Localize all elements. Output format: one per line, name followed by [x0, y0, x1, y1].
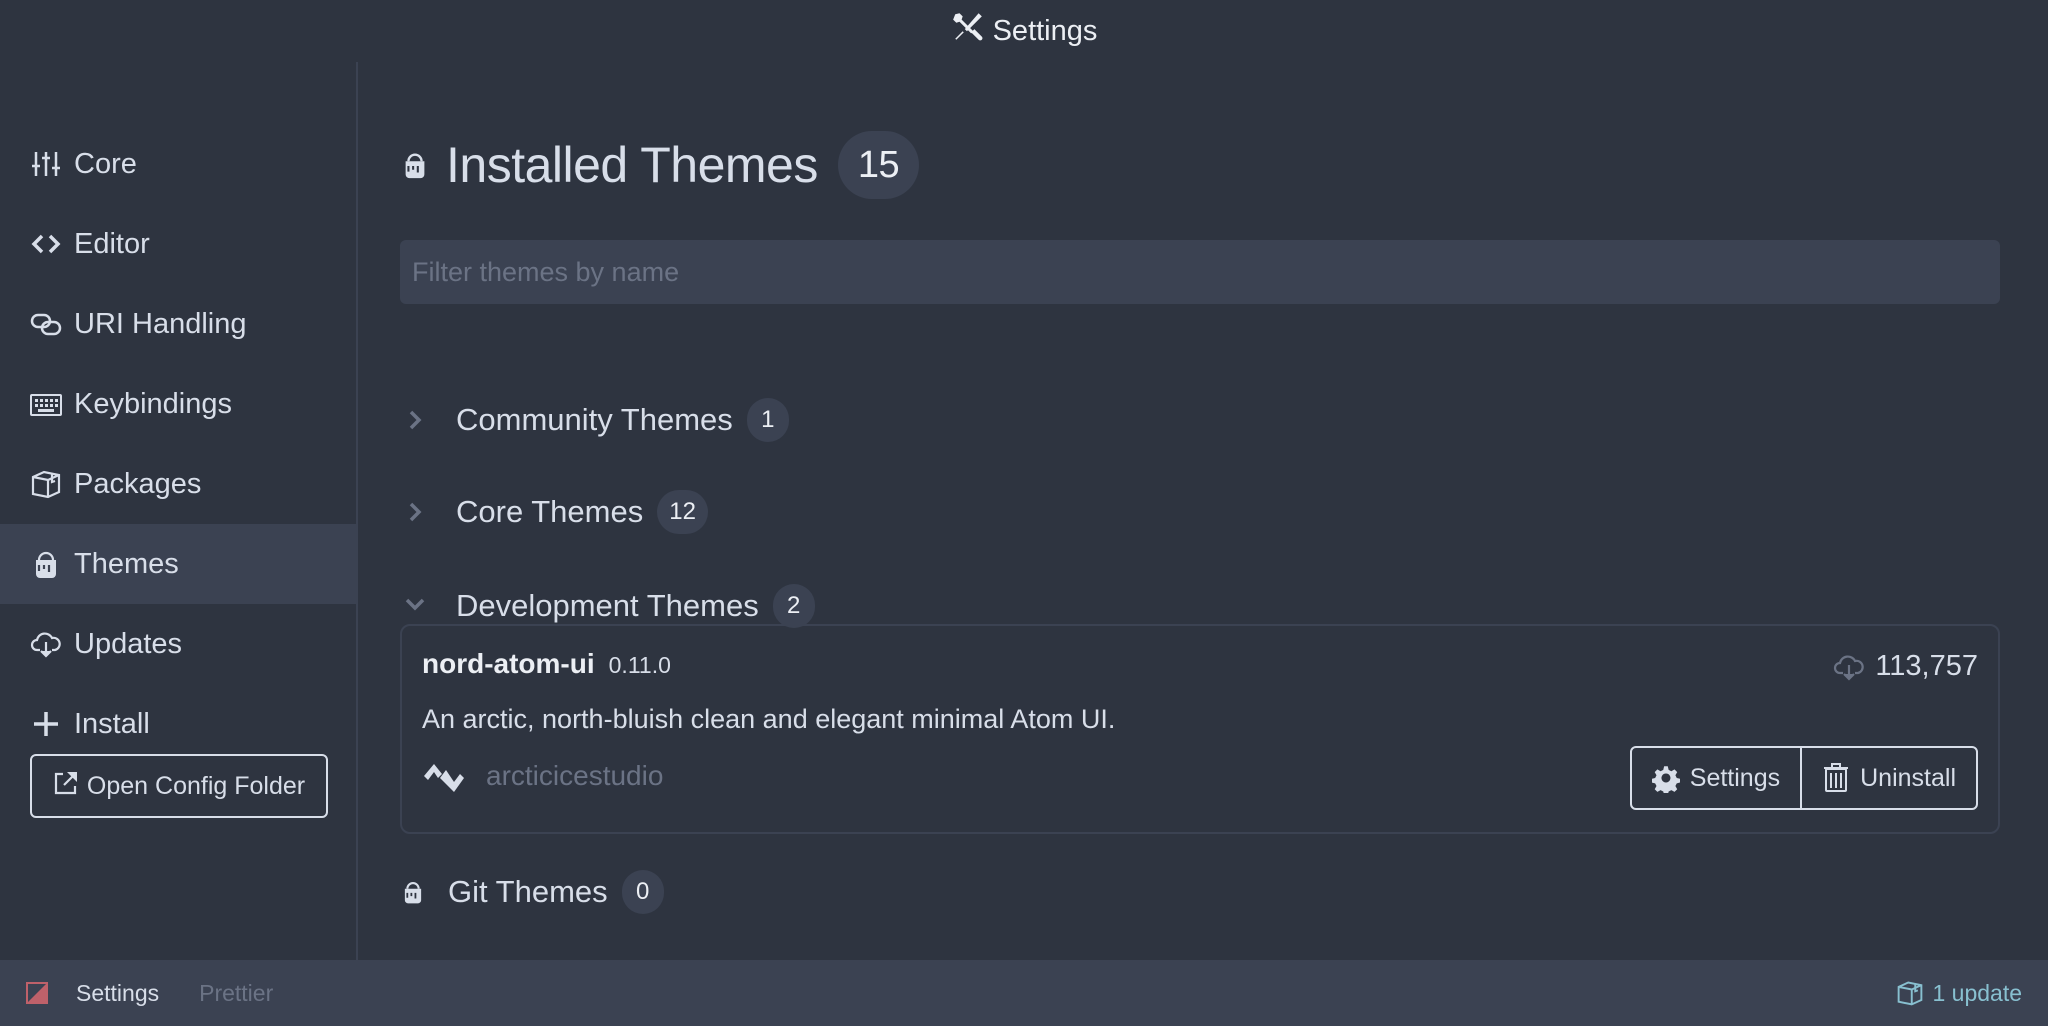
section-title: Installed Themes	[446, 137, 818, 193]
group-label: Development Themes	[456, 588, 759, 623]
paintcan-icon	[404, 882, 422, 904]
trash-icon	[1824, 763, 1849, 792]
sidebar-item-keybindings[interactable]: Keybindings	[0, 364, 358, 444]
code-icon	[30, 228, 62, 260]
sidebar-item-updates[interactable]: Updates	[0, 604, 358, 684]
settings-sidebar: Core Editor URI Handling Keybindings Pac…	[0, 62, 358, 960]
package-uninstall-label: Uninstall	[1860, 763, 1956, 792]
sidebar-item-label: URI Handling	[74, 307, 247, 340]
group-label: Community Themes	[456, 402, 733, 437]
package-icon	[30, 468, 62, 500]
group-git-themes: Git Themes 0	[400, 862, 664, 922]
chevron-right-icon	[400, 405, 430, 435]
sidebar-item-packages[interactable]: Packages	[0, 444, 358, 524]
group-count-badge: 12	[657, 490, 708, 534]
sidebar-item-label: Keybindings	[74, 387, 232, 420]
package-settings-label: Settings	[1689, 763, 1781, 792]
sidebar-item-editor[interactable]: Editor	[0, 204, 358, 284]
package-name[interactable]: nord-atom-ui	[422, 648, 595, 680]
sidebar-item-label: Core	[74, 147, 137, 180]
sidebar-item-uri-handling[interactable]: URI Handling	[0, 284, 358, 364]
author-avatar-icon	[424, 764, 464, 792]
package-version: 0.11.0	[608, 652, 671, 678]
package-settings-button[interactable]: Settings	[1632, 748, 1800, 808]
section-heading: Installed Themes 15	[400, 130, 920, 200]
package-card[interactable]: nord-atom-ui 0.11.0 An arctic, north-blu…	[400, 624, 2000, 834]
group-label: Core Themes	[456, 494, 644, 529]
download-count: 113,757	[1833, 650, 1978, 683]
sliders-icon	[30, 148, 62, 180]
group-core-themes[interactable]: Core Themes 12	[400, 484, 708, 540]
paintcan-icon	[405, 153, 425, 179]
chevron-right-icon	[400, 497, 430, 527]
sidebar-item-label: Packages	[74, 467, 202, 500]
installed-count-badge: 15	[837, 131, 920, 199]
package-author[interactable]: arcticicestudio	[422, 756, 663, 796]
tools-icon	[951, 10, 985, 52]
filter-themes-input[interactable]	[400, 240, 2000, 304]
cloud-download-icon	[1834, 654, 1865, 681]
author-name[interactable]: arcticicestudio	[486, 760, 663, 792]
open-config-folder-button[interactable]: Open Config Folder	[30, 754, 328, 818]
package-actions: Settings Uninstall	[1629, 746, 1978, 810]
sidebar-item-themes[interactable]: Themes	[0, 524, 358, 604]
sidebar-item-core[interactable]: Core	[0, 124, 358, 204]
link-external-icon	[53, 770, 79, 803]
themes-panel: Installed Themes 15 Community Themes 1 C…	[360, 62, 2048, 960]
package-updates-indicator[interactable]: 1 update	[1896, 979, 2022, 1007]
status-tab-prettier[interactable]: Prettier	[199, 980, 273, 1007]
status-tab-settings[interactable]: Settings	[76, 980, 159, 1007]
sidebar-item-label: Updates	[74, 627, 183, 660]
title-bar: Settings	[0, 0, 2048, 62]
window-title: Settings	[992, 14, 1098, 47]
paintcan-icon	[30, 548, 62, 580]
plus-icon	[30, 708, 62, 740]
package-description: An arctic, north-bluish clean and elegan…	[422, 704, 1116, 734]
group-count-badge: 0	[621, 870, 664, 914]
package-icon	[1898, 981, 1923, 1006]
link-icon	[30, 308, 62, 340]
keyboard-icon	[30, 388, 62, 420]
sidebar-item-label: Install	[74, 707, 150, 740]
sidebar-item-label: Editor	[74, 227, 150, 260]
group-community-themes[interactable]: Community Themes 1	[400, 392, 789, 448]
open-config-folder-label: Open Config Folder	[86, 771, 306, 800]
updates-count[interactable]: 1 update	[1932, 980, 2022, 1007]
group-count-badge: 2	[772, 584, 815, 628]
file-status-icon[interactable]	[26, 982, 48, 1004]
chevron-down-icon	[400, 591, 430, 621]
sidebar-item-label: Themes	[74, 547, 179, 580]
group-label: Git Themes	[448, 874, 608, 909]
package-uninstall-button[interactable]: Uninstall	[1800, 748, 1976, 808]
cloud-download-icon	[30, 628, 62, 660]
status-bar: Settings Prettier 1 update	[0, 960, 2048, 1026]
group-count-badge: 1	[746, 398, 789, 442]
download-count-value: 113,757	[1875, 650, 1978, 682]
gear-icon	[1651, 766, 1680, 793]
sidebar-item-install[interactable]: Install	[0, 684, 358, 764]
